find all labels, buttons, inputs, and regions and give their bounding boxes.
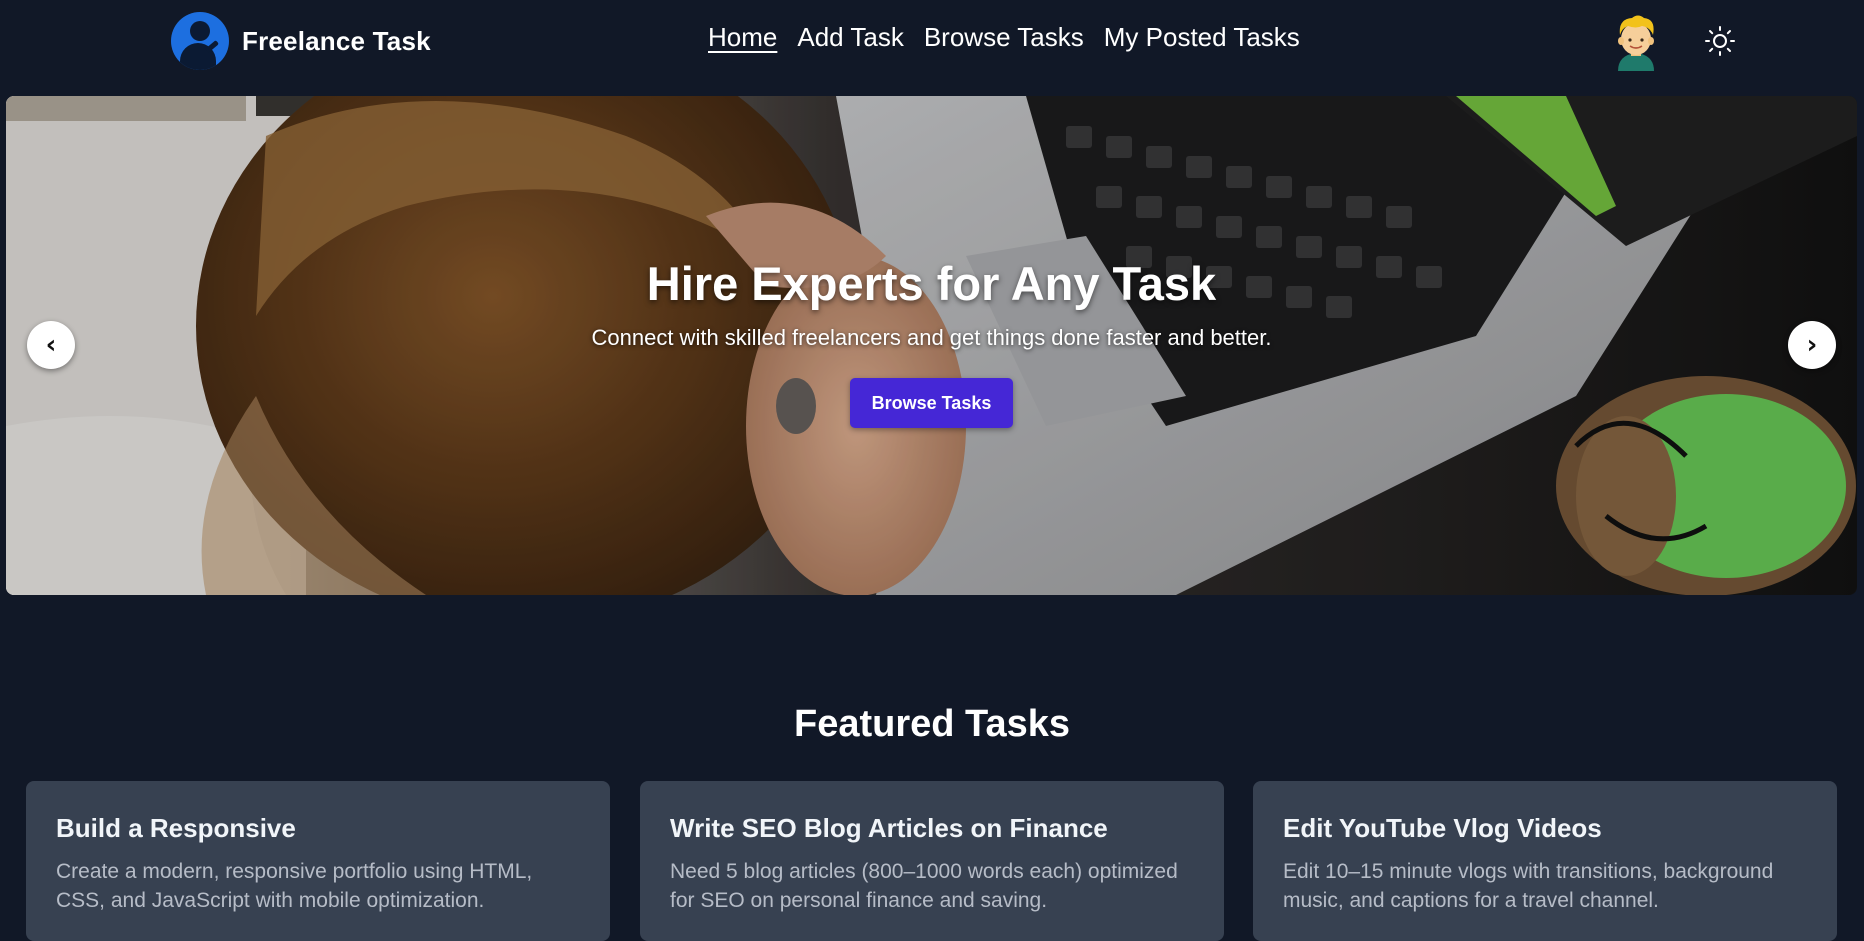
task-card-title: Write SEO Blog Articles on Finance xyxy=(670,813,1108,843)
task-card[interactable]: Build a Responsive Create a modern, resp… xyxy=(26,781,610,941)
task-card-title: Build a Responsive xyxy=(56,813,296,843)
browse-tasks-button[interactable]: Browse Tasks xyxy=(850,378,1013,428)
task-card-description: Need 5 blog articles (800–1000 words eac… xyxy=(670,860,1178,912)
task-card[interactable]: Write SEO Blog Articles on Finance Need … xyxy=(640,781,1224,941)
nav-links: Home Add Task Browse Tasks My Posted Tas… xyxy=(708,22,1300,53)
hero-carousel: Hire Experts for Any Task Connect with s… xyxy=(6,96,1857,595)
hero-title: Hire Experts for Any Task xyxy=(646,257,1217,310)
user-avatar-icon[interactable] xyxy=(1612,13,1660,71)
nav-link-browse-tasks[interactable]: Browse Tasks xyxy=(924,22,1084,53)
brand[interactable]: Freelance Task xyxy=(171,12,431,70)
nav-link-home[interactable]: Home xyxy=(708,22,777,53)
brand-name: Freelance Task xyxy=(242,25,431,56)
task-card[interactable]: Edit YouTube Vlog Videos Edit 10–15 minu… xyxy=(1253,781,1837,941)
sun-icon[interactable] xyxy=(1704,25,1736,57)
freelancer-logo-icon xyxy=(171,12,229,70)
chevron-right-icon: › xyxy=(1806,330,1818,360)
hero-subtitle: Connect with skilled freelancers and get… xyxy=(591,325,1272,350)
nav-link-my-posted-tasks[interactable]: My Posted Tasks xyxy=(1104,22,1300,53)
carousel-next-button[interactable]: › xyxy=(1788,321,1836,369)
featured-tasks-title: Featured Tasks xyxy=(794,703,1070,745)
chevron-left-icon: ‹ xyxy=(45,330,57,360)
task-card-description: Create a modern, responsive portfolio us… xyxy=(56,860,533,912)
task-card-title: Edit YouTube Vlog Videos xyxy=(1283,813,1602,843)
navbar: Freelance Task Home Add Task Browse Task… xyxy=(0,0,1864,82)
task-card-description: Edit 10–15 minute vlogs with transitions… xyxy=(1283,860,1774,912)
nav-link-add-task[interactable]: Add Task xyxy=(797,22,903,53)
carousel-prev-button[interactable]: ‹ xyxy=(27,321,75,369)
